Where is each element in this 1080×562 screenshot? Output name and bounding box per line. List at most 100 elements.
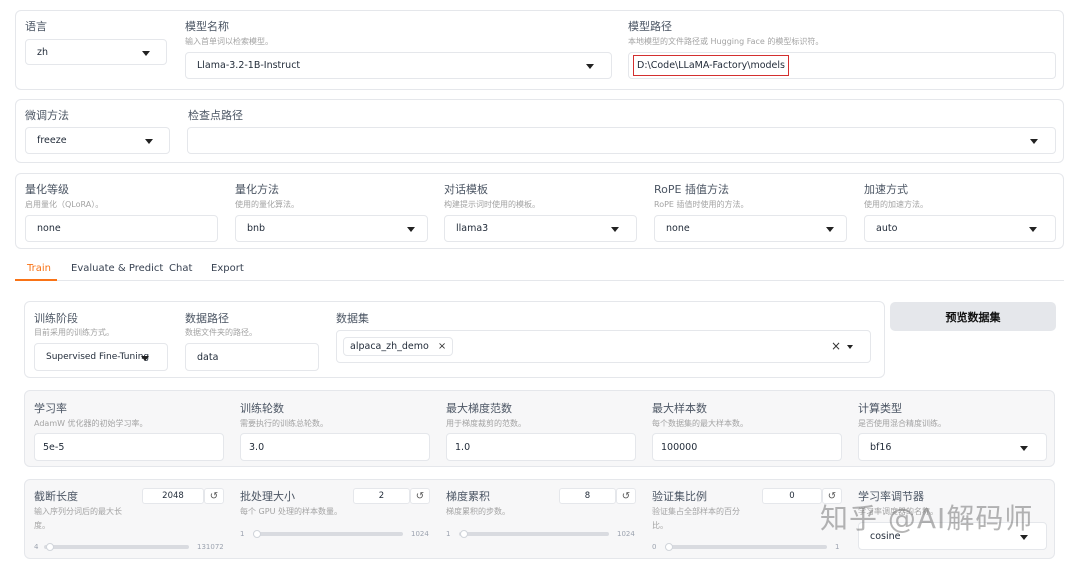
val-size-number-input[interactable]: 0 [762, 488, 822, 504]
grad-accum-max: 1024 [617, 530, 635, 538]
chevron-down-icon [145, 139, 153, 144]
model-path-desc: 本地模型的文件路径或 Hugging Face 的模型标识符。 [628, 37, 824, 46]
val-size-max: 1 [835, 543, 840, 551]
preview-dataset-label: 预览数据集 [945, 310, 1001, 324]
batch-reset-button[interactable]: ↺ [410, 488, 430, 504]
grad-accum-number-input[interactable]: 8 [559, 488, 616, 504]
val-size-min: 0 [652, 543, 657, 551]
batch-label: 批处理大小 [240, 490, 295, 503]
finetune-label: 微调方法 [25, 109, 69, 122]
max-samples-input[interactable]: 100000 [652, 433, 842, 461]
max-samples-label: 最大样本数 [652, 402, 707, 415]
booster-label: 加速方式 [864, 183, 908, 196]
batch-desc: 每个 GPU 处理的样本数量。 [240, 507, 342, 516]
finetune-card: 微调方法 freeze 检查点路径 [15, 99, 1064, 163]
max-samples-value: 100000 [661, 441, 698, 453]
max-grad-norm-input[interactable]: 1.0 [446, 433, 636, 461]
booster-desc: 使用的加速方法。 [864, 200, 928, 209]
lr-desc: AdamW 优化器的初始学习率。 [34, 419, 148, 428]
chevron-down-icon [142, 51, 150, 56]
quant-method-value: bnb [247, 223, 266, 234]
booster-dropdown[interactable]: auto [864, 215, 1056, 242]
finetune-value: freeze [37, 135, 67, 146]
val-size-desc: 验证集占全部样本的百分 [652, 507, 740, 516]
val-size-desc-cont: 比。 [652, 521, 668, 530]
slider-handle[interactable] [253, 530, 262, 538]
lr-input[interactable]: 5e-5 [34, 433, 224, 461]
val-size-slider[interactable] [665, 543, 827, 551]
grad-accum-min: 1 [446, 530, 451, 538]
rope-dropdown[interactable]: none [654, 215, 847, 242]
model-name-desc: 输入首单词以检索模型。 [185, 37, 273, 46]
train-dataset-card: 训练阶段 目前采用的训练方式。 Supervised Fine-Tuning 数… [24, 301, 885, 378]
chevron-down-icon [826, 227, 834, 232]
dataset-dir-value: data [197, 351, 219, 363]
chevron-down-icon [1020, 446, 1028, 451]
slider-handle[interactable] [665, 543, 673, 551]
dataset-dir-input[interactable]: data [185, 343, 319, 371]
epochs-desc: 需要执行的训练总轮数。 [240, 419, 328, 428]
dataset-multiselect[interactable]: alpaca_zh_demo × × [336, 330, 871, 363]
epochs-value: 3.0 [249, 441, 265, 453]
dataset-label: 数据集 [336, 312, 369, 325]
lang-label: 语言 [25, 20, 47, 33]
tab-export[interactable]: Export [211, 263, 244, 274]
batch-slider[interactable] [253, 530, 403, 538]
template-desc: 构建提示词时使用的模板。 [444, 200, 540, 209]
cutoff-number-input[interactable]: 2048 [142, 488, 204, 504]
lr-label: 学习率 [34, 402, 67, 415]
cutoff-label: 截断长度 [34, 490, 78, 503]
checkpoint-dropdown[interactable] [187, 127, 1056, 154]
epochs-label: 训练轮数 [240, 402, 284, 415]
quant-bit-dropdown[interactable]: none [25, 215, 218, 242]
slider-handle[interactable] [46, 543, 55, 551]
cutoff-slider[interactable] [44, 543, 189, 551]
cutoff-value: 2048 [162, 491, 184, 501]
chip-remove-icon[interactable]: × [438, 341, 446, 352]
lang-dropdown[interactable]: zh [25, 39, 167, 65]
slider-handle[interactable] [460, 530, 469, 538]
val-size-label: 验证集比例 [652, 490, 707, 503]
finetune-dropdown[interactable]: freeze [25, 127, 170, 154]
stage-desc: 目前采用的训练方式。 [34, 328, 114, 337]
model-name-label: 模型名称 [185, 20, 229, 33]
grad-accum-slider[interactable] [459, 530, 609, 538]
reset-icon: ↺ [621, 490, 631, 502]
top-settings-card: 语言 zh 模型名称 输入首单词以检索模型。 Llama-3.2-1B-Inst… [15, 10, 1064, 90]
clear-icon[interactable]: × [831, 339, 841, 353]
quant-method-label: 量化方法 [235, 183, 279, 196]
model-name-dropdown[interactable]: Llama-3.2-1B-Instruct [185, 52, 612, 79]
dataset-dir-label: 数据路径 [185, 312, 229, 325]
cutoff-desc: 输入序列分词后的最大长 [34, 507, 122, 516]
tab-train[interactable]: Train [27, 263, 51, 274]
compute-type-value: bf16 [870, 441, 892, 453]
cutoff-reset-button[interactable]: ↺ [204, 488, 224, 504]
stage-dropdown[interactable]: Supervised Fine-Tuning [34, 343, 168, 371]
batch-max: 1024 [411, 530, 429, 538]
rope-label: RoPE 插值方法 [654, 183, 729, 196]
max-grad-norm-value: 1.0 [455, 441, 471, 453]
model-path-input[interactable]: D:\Code\LLaMA-Factory\models [628, 52, 1056, 79]
rope-value: none [666, 223, 690, 234]
reset-icon: ↺ [209, 490, 219, 502]
grad-accum-reset-button[interactable]: ↺ [616, 488, 636, 504]
batch-min: 1 [240, 530, 245, 538]
grad-accum-value: 8 [584, 491, 591, 501]
max-grad-norm-label: 最大梯度范数 [446, 402, 512, 415]
chevron-down-icon [407, 227, 415, 232]
quant-method-dropdown[interactable]: bnb [235, 215, 428, 242]
lr-value: 5e-5 [43, 441, 65, 453]
batch-value: 2 [378, 491, 385, 501]
dataset-dir-desc: 数据文件夹的路径。 [185, 328, 257, 337]
max-grad-norm-desc: 用于梯度裁剪的范数。 [446, 419, 526, 428]
template-dropdown[interactable]: llama3 [444, 215, 637, 242]
batch-number-input[interactable]: 2 [353, 488, 410, 504]
cutoff-min: 4 [34, 543, 39, 551]
cutoff-max: 131072 [197, 543, 224, 551]
tab-chat[interactable]: Chat [169, 263, 192, 274]
compute-type-dropdown[interactable]: bf16 [858, 433, 1047, 461]
epochs-input[interactable]: 3.0 [240, 433, 430, 461]
preview-dataset-button[interactable]: 预览数据集 [890, 302, 1056, 331]
tab-evaluate-predict[interactable]: Evaluate & Predict [71, 263, 163, 274]
chevron-down-icon [586, 64, 594, 69]
